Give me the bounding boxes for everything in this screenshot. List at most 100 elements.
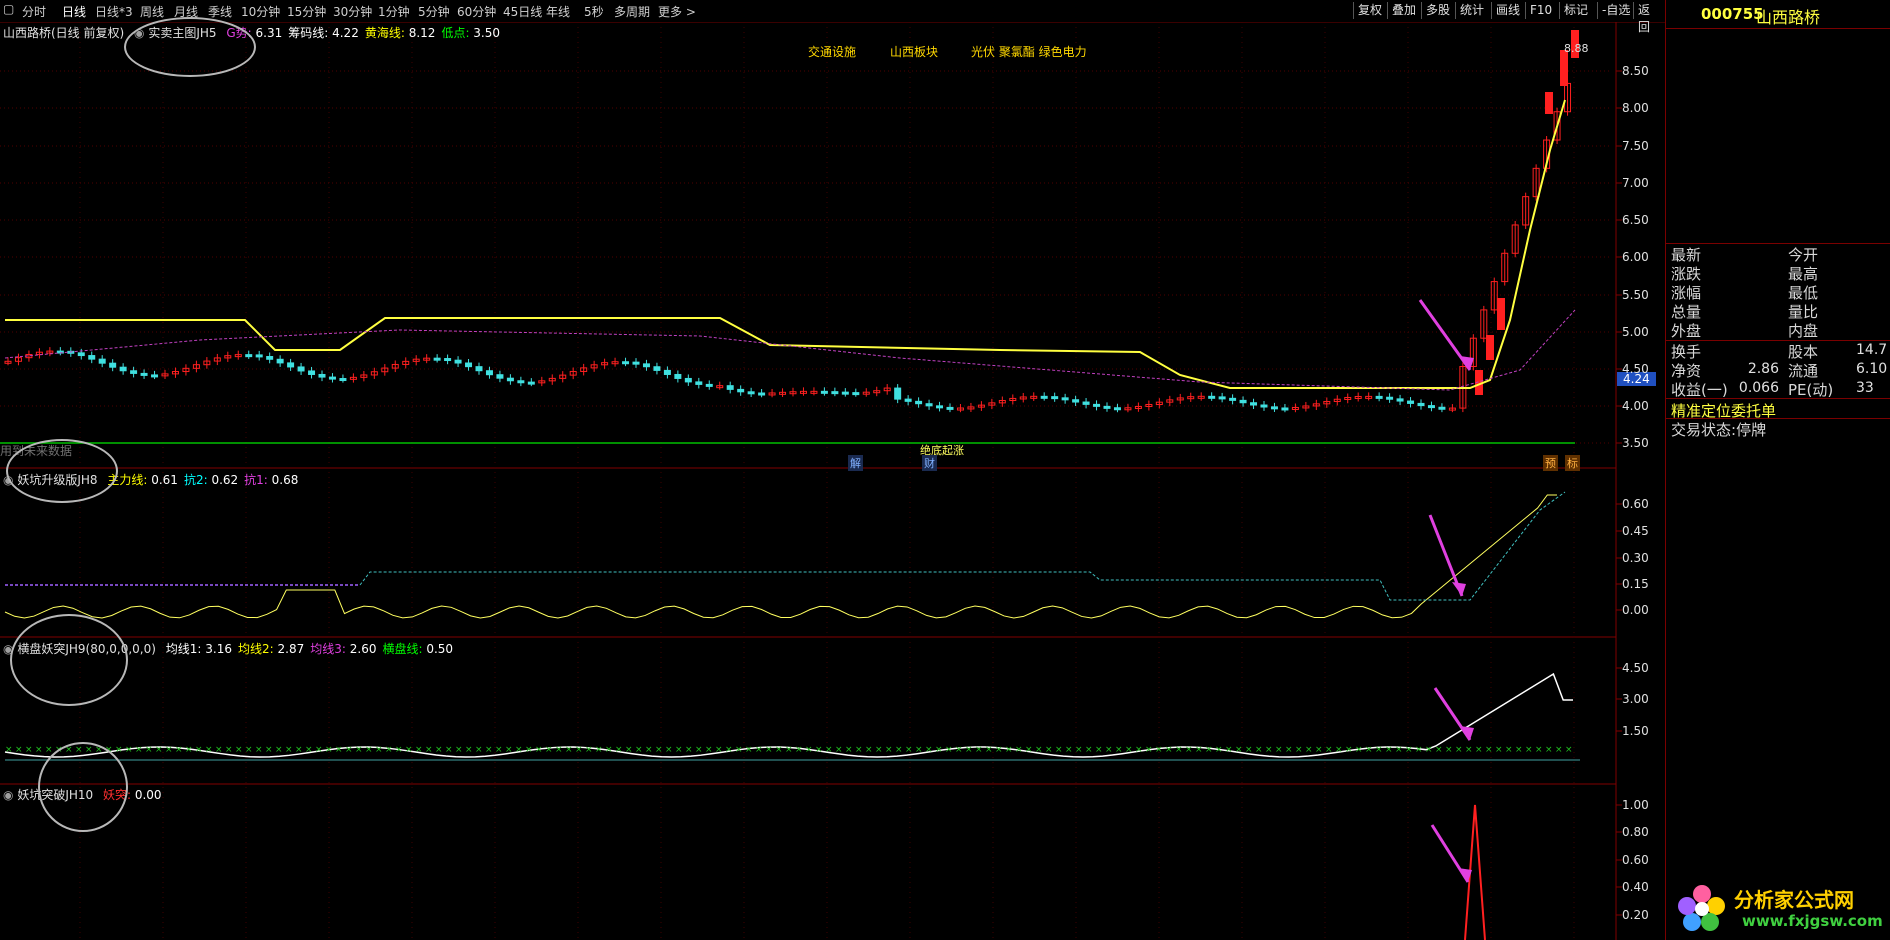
candle <box>1386 396 1394 400</box>
cross-mark: × <box>785 745 793 755</box>
period-tab[interactable]: 45日线 <box>503 3 542 20</box>
cross-mark: × <box>195 745 203 755</box>
toolbar-button[interactable]: 返回 <box>1633 2 1665 34</box>
cross-mark: × <box>1345 745 1353 755</box>
cross-mark: × <box>975 745 983 755</box>
period-tab[interactable]: 10分钟 <box>241 3 280 20</box>
period-tab[interactable]: 季线 <box>208 3 232 20</box>
indicator-value: 黄海线: 8.12 <box>365 26 436 40</box>
candle <box>475 366 483 372</box>
period-tab[interactable]: 多周期 <box>614 3 650 20</box>
cross-mark: × <box>715 745 723 755</box>
candle <box>1545 92 1553 114</box>
candle <box>276 358 284 364</box>
indicator-value-number: 0.00 <box>131 788 162 802</box>
candle <box>1260 404 1268 408</box>
stock-code: 000755 <box>1701 5 1764 23</box>
period-tab[interactable]: 年线 <box>546 3 570 20</box>
cross-mark: × <box>225 745 233 755</box>
toolbar-button[interactable]: 多股 <box>1421 2 1454 19</box>
toolbar-button[interactable]: F10 <box>1525 2 1556 19</box>
indicator-value-number: 0.68 <box>267 473 299 487</box>
candle <box>1427 405 1435 409</box>
resist2-line <box>5 491 1566 601</box>
cross-mark: × <box>935 745 943 755</box>
quote-value: 14.7 <box>1856 342 1888 358</box>
y-axis-tick-label: 4.00 <box>1622 399 1649 413</box>
cross-mark: × <box>1175 745 1183 755</box>
indicator-value: 筹码线: 4.22 <box>288 26 359 40</box>
cross-mark: × <box>415 745 423 755</box>
cross-mark: × <box>605 745 613 755</box>
cross-mark: × <box>1305 745 1313 755</box>
divider <box>1666 398 1890 399</box>
candle <box>622 361 630 365</box>
sector-tag[interactable]: 光伏 聚氯酯 绿色电力 <box>971 43 1087 60</box>
period-tab[interactable]: 周线 <box>140 3 164 20</box>
period-tab[interactable]: 1分钟 <box>378 3 410 20</box>
cross-mark: × <box>1475 745 1483 755</box>
cross-mark: × <box>1105 745 1113 755</box>
cross-mark: × <box>215 745 223 755</box>
candle <box>1113 407 1121 411</box>
brand-name: 分析家公式网 <box>1734 888 1854 912</box>
toolbar-button[interactable]: 标记 <box>1559 2 1592 19</box>
toolbar-button[interactable]: 叠加 <box>1387 2 1420 19</box>
cross-mark: × <box>35 745 43 755</box>
quote-label: 涨幅 <box>1671 284 1702 302</box>
candle <box>506 377 514 382</box>
cross-mark: × <box>535 745 543 755</box>
event-marker[interactable]: 预 <box>1543 455 1558 471</box>
toolbar-button[interactable]: 统计 <box>1455 2 1488 19</box>
period-tab[interactable]: 更多 > <box>658 3 696 20</box>
cross-mark: × <box>1455 745 1463 755</box>
annotation-circle <box>10 614 128 706</box>
cross-mark: × <box>315 745 323 755</box>
yellow-line <box>5 99 1566 389</box>
watermark: 分析家公式网 www.fxjgsw.com <box>1666 876 1890 940</box>
cross-mark: × <box>745 745 753 755</box>
period-tab[interactable]: 15分钟 <box>287 3 326 20</box>
cross-mark: × <box>175 745 183 755</box>
settings-icon[interactable]: ◉ <box>3 788 13 802</box>
cross-mark: × <box>1125 745 1133 755</box>
toolbar-button[interactable]: 画线 <box>1491 2 1524 19</box>
candle <box>1218 396 1226 400</box>
period-tab[interactable]: 日线 <box>62 3 86 20</box>
sector-tag[interactable]: 山西板块 <box>890 43 938 60</box>
candle <box>663 369 671 375</box>
event-marker[interactable]: 财 <box>922 455 937 471</box>
cross-mark: × <box>1555 745 1563 755</box>
candle <box>936 405 944 409</box>
cross-mark: × <box>1145 745 1153 755</box>
period-tab[interactable]: 60分钟 <box>457 3 496 20</box>
toolbar-button[interactable]: -自选 <box>1597 2 1634 19</box>
period-tab[interactable]: 5秒 <box>584 3 604 20</box>
cross-mark: × <box>835 745 843 755</box>
candle <box>1208 395 1216 399</box>
event-marker[interactable]: 标 <box>1565 455 1580 471</box>
cross-mark: × <box>925 745 933 755</box>
window-menu-icon[interactable]: ▢ <box>3 2 14 16</box>
candle <box>119 366 127 372</box>
sector-tag[interactable]: 交通设施 <box>808 43 856 60</box>
cross-mark: × <box>1545 745 1553 755</box>
quote-label: 流通 <box>1788 362 1819 380</box>
y-axis-tick-label: 6.50 <box>1622 213 1649 227</box>
cross-mark: × <box>635 745 643 755</box>
cross-mark: × <box>595 745 603 755</box>
period-tab[interactable]: 30分钟 <box>333 3 372 20</box>
y-axis-tick-label: 6.00 <box>1622 250 1649 264</box>
period-tab[interactable]: 分时 <box>22 3 46 20</box>
cross-mark: × <box>445 745 453 755</box>
cross-mark: × <box>155 745 163 755</box>
period-tab[interactable]: 日线*3 <box>95 3 133 20</box>
annotation-circle <box>6 439 118 503</box>
period-tab[interactable]: 5分钟 <box>418 3 450 20</box>
cross-mark: × <box>685 745 693 755</box>
event-marker[interactable]: 解 <box>848 455 863 471</box>
cross-mark: × <box>1165 745 1173 755</box>
toolbar-button[interactable]: 复权 <box>1353 2 1386 19</box>
candle <box>130 370 138 374</box>
candle <box>151 374 159 378</box>
